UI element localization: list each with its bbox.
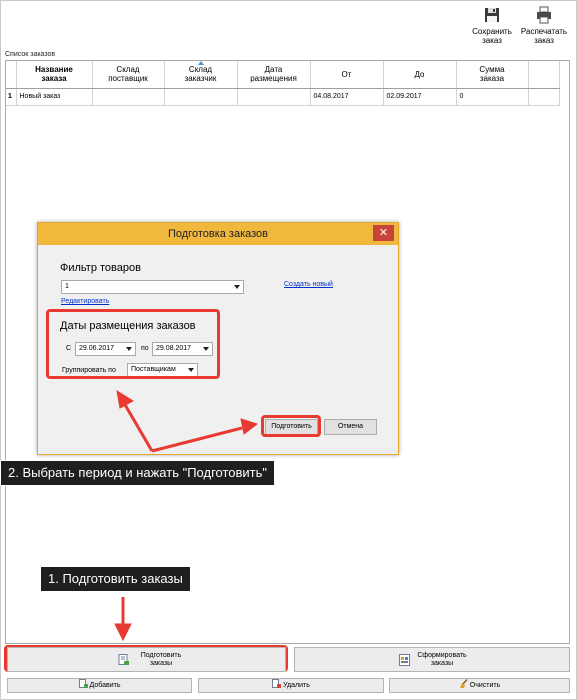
prepare-orders-label-1: Подготовить (140, 652, 182, 659)
delete-button[interactable]: Удалить (198, 678, 384, 693)
step-1-callout: 1. Подготовить заказы (40, 566, 191, 592)
broom-icon (459, 679, 468, 688)
prepare-orders-icon (118, 654, 130, 666)
arrow-to-prepare-head (240, 418, 259, 435)
clear-button[interactable]: Очистить (389, 678, 570, 693)
delete-label: Удалить (283, 682, 310, 689)
add-doc-icon (78, 679, 88, 688)
arrow-to-dates (122, 402, 154, 452)
form-orders-button[interactable]: Сформировать заказы (294, 647, 570, 672)
arrow-to-dates-head (116, 389, 134, 409)
add-button[interactable]: Добавить (7, 678, 192, 693)
annotation-arrows (114, 389, 259, 642)
form-orders-label-2: заказы (430, 660, 454, 667)
clear-label: Очистить (469, 682, 501, 689)
prepare-orders-label-2: заказы (149, 660, 173, 667)
add-label: Добавить (89, 682, 121, 689)
delete-doc-icon (272, 679, 282, 688)
form-orders-icon (399, 654, 411, 666)
step-2-callout: 2. Выбрать период и нажать "Подготовить" (0, 460, 276, 486)
prepare-orders-button[interactable]: Подготовить заказы (7, 647, 286, 672)
arrow-to-bottom-head (114, 623, 132, 642)
arrow-to-prepare (151, 426, 243, 453)
form-orders-label-1: Сформировать (417, 652, 467, 659)
